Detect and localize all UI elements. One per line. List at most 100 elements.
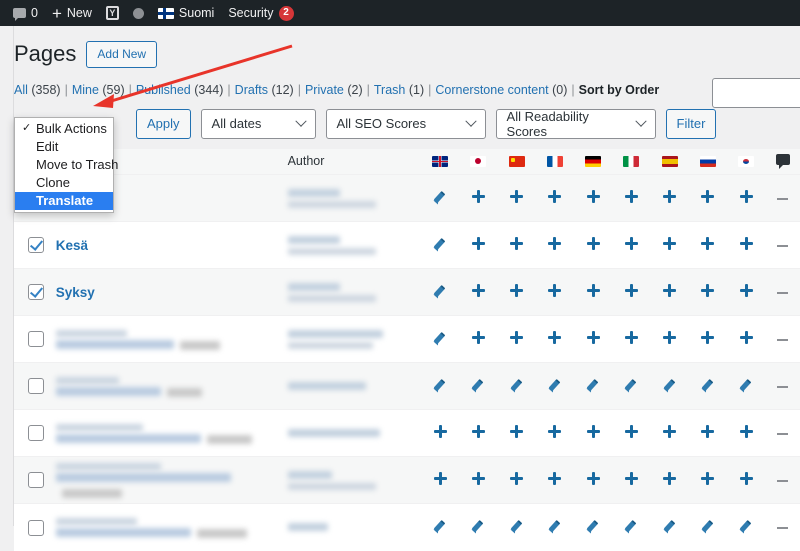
translation-action-cell[interactable] — [497, 222, 535, 269]
add-translation-plus-icon[interactable] — [548, 425, 562, 439]
column-flag-uk[interactable] — [420, 148, 460, 175]
add-translation-plus-icon[interactable] — [624, 425, 638, 439]
dates-filter-select[interactable]: All dates — [200, 108, 316, 139]
add-translation-plus-icon[interactable] — [433, 425, 447, 439]
adminbar-comments[interactable]: 0 — [6, 0, 45, 26]
translation-action-cell[interactable] — [459, 175, 497, 222]
translation-action-cell[interactable] — [421, 222, 459, 269]
seo-score-filter-select[interactable]: All SEO Scores — [325, 108, 486, 139]
add-translation-plus-icon[interactable] — [586, 190, 600, 204]
filter-link-all[interactable]: All — [14, 83, 28, 97]
row-checkbox-cell[interactable] — [14, 269, 56, 316]
translation-action-cell[interactable] — [574, 222, 612, 269]
checkbox-icon[interactable] — [28, 425, 44, 442]
adminbar-yoast[interactable] — [99, 0, 126, 26]
translation-action-cell[interactable] — [727, 457, 765, 504]
translation-action-cell[interactable] — [459, 269, 497, 316]
row-checkbox-cell[interactable] — [14, 410, 56, 457]
translation-action-cell[interactable] — [689, 410, 727, 457]
row-title-link[interactable]: Kesä — [56, 238, 88, 253]
translation-action-cell[interactable] — [459, 457, 497, 504]
translation-action-cell[interactable] — [574, 410, 612, 457]
translation-action-cell[interactable] — [727, 175, 765, 222]
adminbar-status[interactable] — [126, 0, 151, 26]
translation-action-cell[interactable] — [574, 457, 612, 504]
edit-translation-pencil-icon[interactable] — [701, 378, 715, 392]
translation-action-cell[interactable] — [650, 457, 688, 504]
filter-link-trash[interactable]: Trash — [374, 83, 406, 97]
column-flag-spain[interactable] — [650, 148, 689, 175]
translation-action-cell[interactable] — [459, 504, 497, 551]
translation-action-cell[interactable] — [650, 222, 688, 269]
edit-translation-pencil-icon[interactable] — [433, 284, 447, 298]
translation-action-cell[interactable] — [497, 316, 535, 363]
translation-action-cell[interactable] — [650, 316, 688, 363]
edit-translation-pencil-icon[interactable] — [586, 378, 600, 392]
row-checkbox-cell[interactable] — [14, 504, 56, 551]
translation-action-cell[interactable] — [459, 363, 497, 410]
add-translation-plus-icon[interactable] — [701, 425, 715, 439]
edit-translation-pencil-icon[interactable] — [433, 190, 447, 204]
edit-translation-pencil-icon[interactable] — [624, 378, 638, 392]
translation-action-cell[interactable] — [574, 175, 612, 222]
add-translation-plus-icon[interactable] — [510, 425, 524, 439]
edit-translation-pencil-icon[interactable] — [510, 378, 524, 392]
translation-action-cell[interactable] — [612, 410, 650, 457]
add-translation-plus-icon[interactable] — [663, 425, 677, 439]
adminbar-language[interactable]: Suomi — [151, 0, 221, 26]
filter-link-cornerstone-content[interactable]: Cornerstone content — [435, 83, 548, 97]
translation-action-cell[interactable] — [536, 222, 574, 269]
table-row[interactable]: Kesä — [14, 221, 800, 269]
translation-action-cell[interactable] — [574, 316, 612, 363]
edit-translation-pencil-icon[interactable] — [433, 331, 447, 345]
table-row[interactable] — [14, 362, 800, 410]
add-translation-plus-icon[interactable] — [624, 190, 638, 204]
add-translation-plus-icon[interactable] — [510, 284, 524, 298]
checkbox-icon[interactable] — [28, 519, 44, 536]
add-new-button[interactable]: Add New — [86, 40, 158, 68]
translation-action-cell[interactable] — [612, 269, 650, 316]
row-title-cell[interactable] — [55, 363, 288, 410]
add-translation-plus-icon[interactable] — [739, 190, 753, 204]
translation-action-cell[interactable] — [650, 175, 688, 222]
translation-action-cell[interactable] — [536, 175, 574, 222]
column-flag-russia[interactable] — [688, 148, 727, 175]
row-checkbox-cell[interactable] — [14, 363, 56, 410]
row-title-cell[interactable] — [55, 504, 288, 551]
row-title-cell[interactable] — [55, 457, 288, 504]
translation-action-cell[interactable] — [612, 316, 650, 363]
add-translation-plus-icon[interactable] — [739, 331, 753, 345]
translation-action-cell[interactable] — [421, 457, 459, 504]
add-translation-plus-icon[interactable] — [510, 237, 524, 251]
translation-action-cell[interactable] — [612, 175, 650, 222]
translation-action-cell[interactable] — [689, 316, 727, 363]
translation-action-cell[interactable] — [497, 410, 535, 457]
filter-link-sort-by-order[interactable]: Sort by Order — [579, 83, 660, 97]
add-translation-plus-icon[interactable] — [663, 190, 677, 204]
edit-translation-pencil-icon[interactable] — [739, 378, 753, 392]
translation-action-cell[interactable] — [497, 363, 535, 410]
add-translation-plus-icon[interactable] — [433, 472, 447, 486]
translation-action-cell[interactable] — [497, 457, 535, 504]
add-translation-plus-icon[interactable] — [471, 331, 485, 345]
checkbox-icon[interactable] — [28, 331, 44, 348]
column-flag-germany[interactable] — [573, 148, 613, 175]
edit-translation-pencil-icon[interactable] — [433, 237, 447, 251]
add-translation-plus-icon[interactable] — [548, 284, 562, 298]
add-translation-plus-icon[interactable] — [548, 237, 562, 251]
translation-action-cell[interactable] — [727, 269, 765, 316]
add-translation-plus-icon[interactable] — [548, 472, 562, 486]
row-title-cell[interactable] — [55, 410, 288, 457]
column-flag-japan[interactable] — [459, 148, 498, 175]
checkbox-checked-icon[interactable] — [28, 237, 44, 254]
adminbar-new-button[interactable]: + New — [45, 0, 99, 26]
table-row[interactable] — [14, 456, 800, 504]
edit-translation-pencil-icon[interactable] — [471, 378, 485, 392]
translation-action-cell[interactable] — [421, 269, 459, 316]
add-translation-plus-icon[interactable] — [586, 331, 600, 345]
add-translation-plus-icon[interactable] — [624, 331, 638, 345]
translation-action-cell[interactable] — [612, 504, 650, 551]
checkbox-icon[interactable] — [28, 378, 44, 395]
table-row[interactable]: Syksy — [14, 268, 800, 316]
row-checkbox-cell[interactable] — [14, 222, 56, 269]
